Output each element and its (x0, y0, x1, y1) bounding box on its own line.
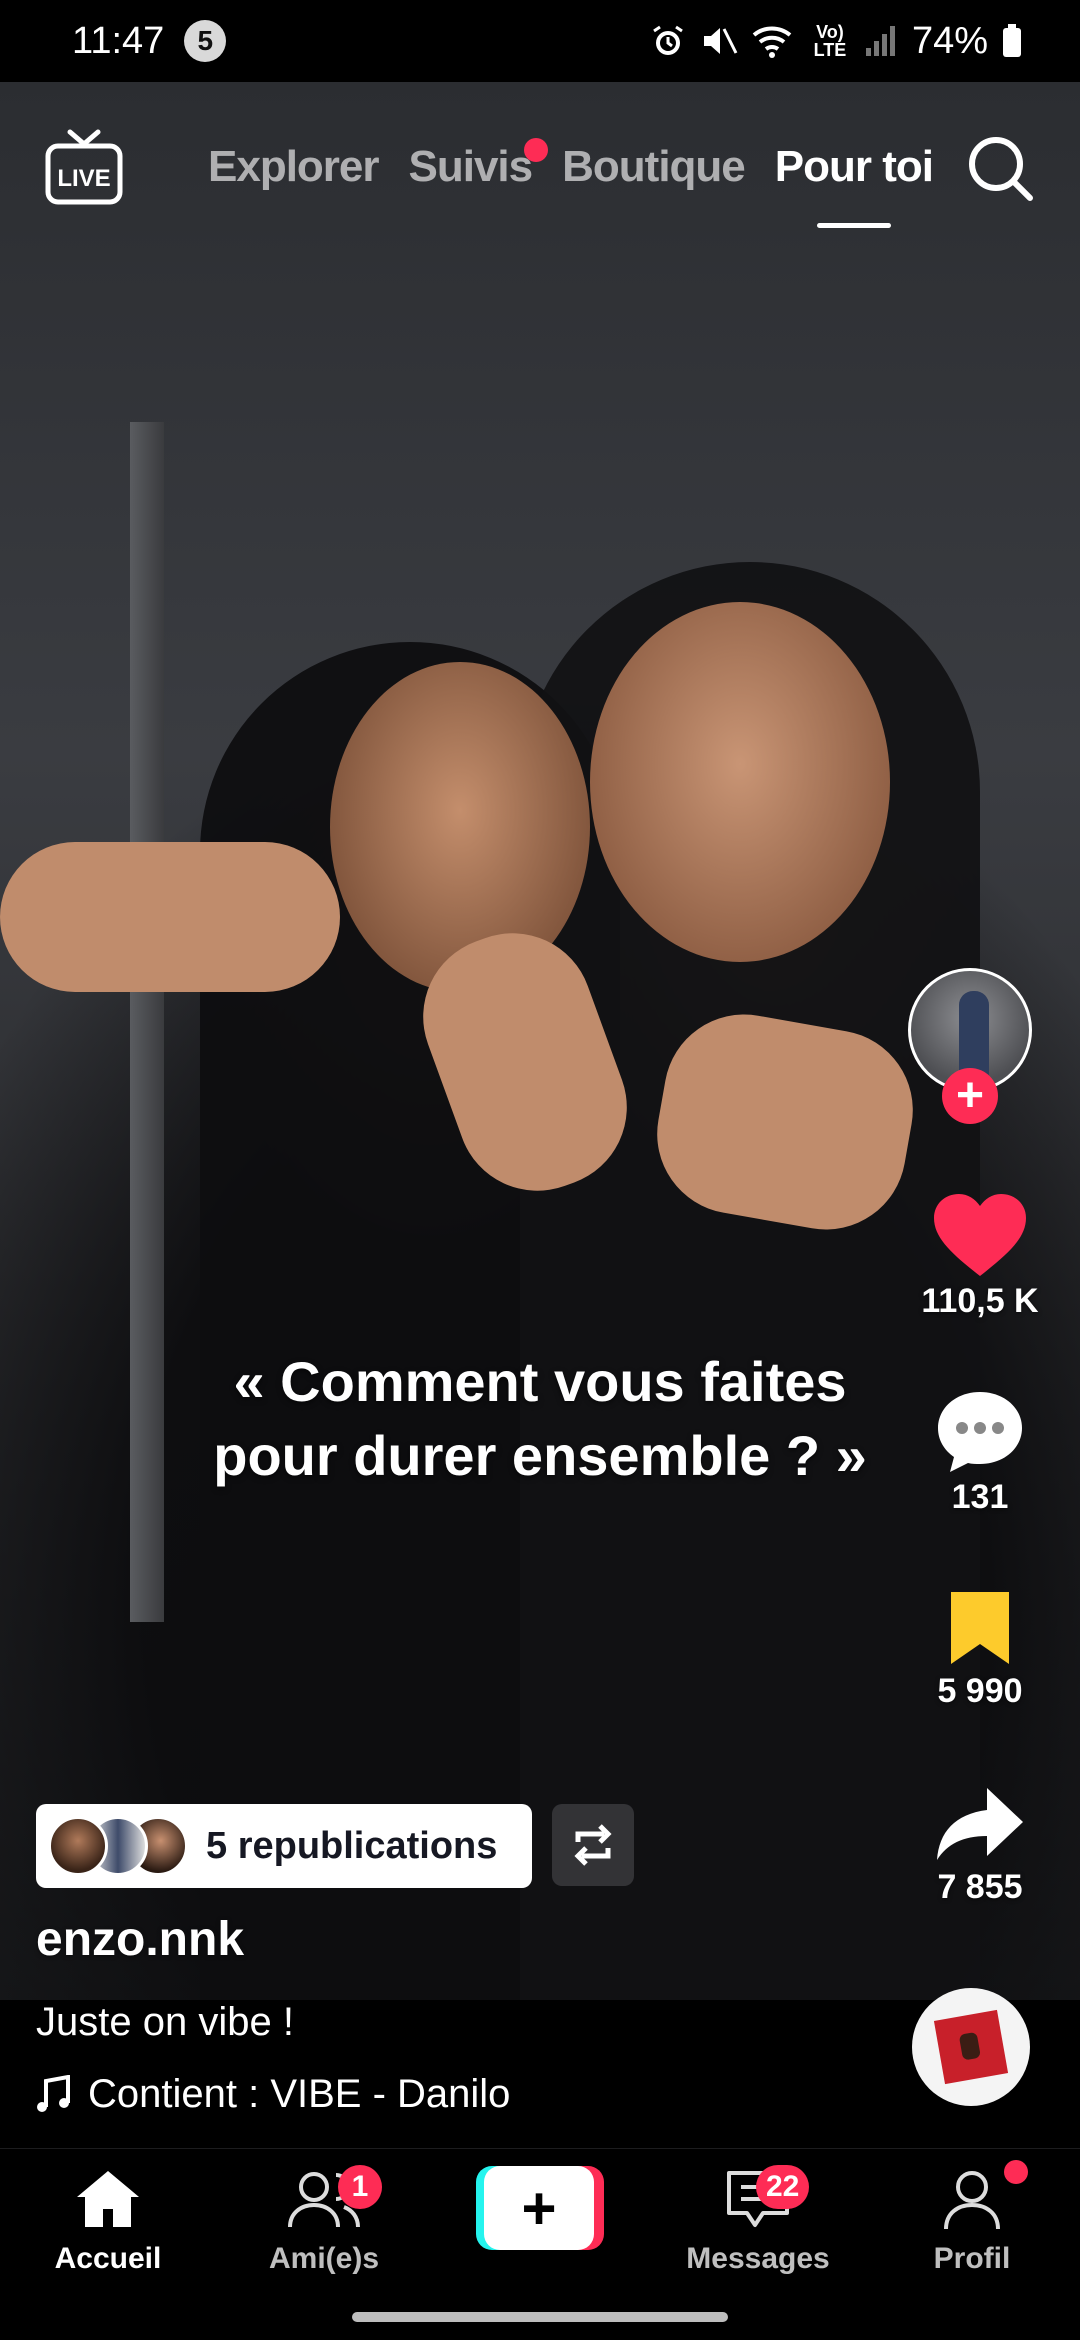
save-action[interactable]: 5 990 (880, 1588, 1080, 1711)
sound-row[interactable]: Contient : VIBE - Danilo (36, 2072, 510, 2117)
tab-suivis[interactable]: Suivis (408, 138, 549, 192)
live-tv-icon: LIVE (45, 129, 123, 205)
video-caption: « Comment vous faites pour durer ensembl… (150, 1345, 930, 1493)
plus-icon: + (484, 2166, 594, 2250)
caption-line-1: « Comment vous faites (233, 1350, 847, 1413)
follow-plus-button[interactable]: + (942, 1068, 998, 1124)
video-face-right (590, 602, 890, 962)
wifi-icon (752, 19, 796, 63)
volte-icon: Vo) LTE (813, 22, 847, 60)
mute-icon (700, 19, 738, 63)
reposts-chip[interactable]: 5 republications (36, 1804, 532, 1888)
profile-notification-dot (1004, 2160, 1028, 2184)
profile-icon (944, 2171, 1000, 2230)
home-indicator[interactable] (352, 2312, 728, 2322)
search-button[interactable] (966, 134, 1036, 204)
feed-tabs: Explorer Suivis Boutique Pour toi (208, 138, 934, 228)
sound-label: Contient : VIBE - Danilo (88, 2072, 511, 2116)
friends-badge: 1 (338, 2165, 382, 2209)
video-hand-left (0, 842, 340, 992)
alarm-icon (650, 19, 686, 63)
comment-count: 131 (951, 1478, 1009, 1516)
battery-percent: 74% (911, 19, 988, 62)
signal-icon (864, 19, 898, 63)
nav-friends[interactable]: Ami(e)s 1 (234, 2165, 414, 2276)
messages-badge: 22 (756, 2165, 810, 2209)
notification-count-badge: 5 (184, 20, 227, 62)
action-rail: + 110,5 K 131 5 990 7 855 (880, 0, 1080, 2340)
live-button[interactable]: LIVE (44, 128, 124, 206)
home-icon (77, 2171, 139, 2227)
top-nav: LIVE Explorer Suivis Boutique Pour toi (0, 82, 1080, 252)
share-arrow-icon (937, 1788, 1023, 1860)
share-count: 7 855 (937, 1868, 1023, 1906)
share-action[interactable]: 7 855 (880, 1784, 1080, 1907)
like-count: 110,5 K (921, 1282, 1039, 1320)
nav-messages-label: Messages (686, 2242, 830, 2275)
battery-icon (1002, 19, 1022, 63)
search-icon (969, 137, 1033, 201)
nav-home[interactable]: Accueil (18, 2167, 198, 2276)
music-disc[interactable] (912, 1988, 1030, 2106)
tab-explorer[interactable]: Explorer (208, 142, 380, 192)
tab-suivis-label: Suivis (408, 142, 534, 191)
tab-pour-toi-label: Pour toi (774, 142, 934, 191)
creator-avatar-group: + (908, 968, 1032, 1124)
creator-username[interactable]: enzo.nnk (36, 1912, 244, 1967)
comment-icon (938, 1392, 1022, 1472)
tiktok-screen: 11:47 5 Vo) LTE 74% LIVE Explorer Suivis… (0, 0, 1080, 2340)
nav-profile[interactable]: Profil (882, 2167, 1062, 2276)
nav-friends-label: Ami(e)s (268, 2242, 380, 2275)
album-cover-icon (933, 2009, 1009, 2085)
like-action[interactable]: 110,5 K (880, 1192, 1080, 1321)
post-description[interactable]: Juste on vibe ! (36, 2000, 294, 2045)
bookmark-icon (951, 1592, 1009, 1664)
caption-line-2: pour durer ensemble ? » (213, 1424, 867, 1487)
new-content-dot (524, 138, 549, 162)
music-note-icon (37, 2074, 70, 2112)
reposts-label: 5 republications (206, 1824, 498, 1867)
create-button[interactable]: + (476, 2166, 604, 2250)
nav-profile-label: Profil (933, 2242, 1011, 2275)
repost-icon (574, 1824, 612, 1866)
tab-boutique[interactable]: Boutique (562, 142, 746, 192)
comment-action[interactable]: 131 (880, 1388, 1080, 1517)
save-count: 5 990 (937, 1672, 1023, 1710)
heart-icon (934, 1194, 1026, 1276)
repost-avatar-1 (48, 1816, 108, 1876)
live-label: LIVE (57, 165, 110, 192)
status-time: 11:47 (72, 19, 165, 62)
nav-messages[interactable]: Messages 22 (668, 2165, 848, 2276)
tab-explorer-label: Explorer (208, 142, 380, 191)
active-tab-indicator (816, 223, 891, 228)
status-bar: 11:47 5 Vo) LTE 74% (0, 0, 1080, 82)
nav-home-label: Accueil (54, 2242, 162, 2275)
repost-avatars (48, 1816, 196, 1876)
repost-button[interactable] (552, 1804, 634, 1886)
tab-pour-toi[interactable]: Pour toi (774, 142, 934, 228)
tab-boutique-label: Boutique (562, 142, 746, 191)
